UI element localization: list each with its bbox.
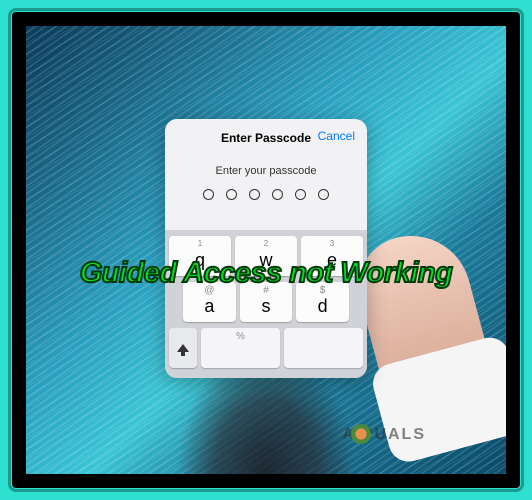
keyboard-row-3: % (169, 328, 363, 368)
key-partial-2[interactable] (284, 328, 363, 368)
key-partial-1[interactable]: % (201, 328, 280, 368)
dialog-prompt: Enter your passcode (165, 155, 367, 189)
passcode-dot (272, 189, 283, 200)
shift-key[interactable] (169, 328, 197, 368)
passcode-dialog: Enter Passcode Cancel Enter your passcod… (165, 119, 367, 378)
cancel-button[interactable]: Cancel (318, 129, 355, 143)
screen-area: Enter Passcode Cancel Enter your passcod… (12, 12, 520, 488)
passcode-input[interactable] (165, 189, 367, 230)
dialog-header: Enter Passcode Cancel (165, 119, 367, 155)
shift-icon (177, 344, 189, 352)
passcode-dot (295, 189, 306, 200)
passcode-dot (226, 189, 237, 200)
dialog-title: Enter Passcode (221, 131, 311, 145)
keyboard: 1 q 2 w 3 e @ (165, 230, 367, 378)
passcode-dot (249, 189, 260, 200)
caption-overlay: Guided Access not Working (12, 257, 520, 290)
wallpaper: Enter Passcode Cancel Enter your passcod… (26, 26, 506, 474)
device-frame: Enter Passcode Cancel Enter your passcod… (0, 0, 532, 500)
reflection-finger (347, 222, 495, 405)
watermark: A PUALS (342, 426, 426, 444)
watermark-icon (351, 424, 371, 444)
passcode-dot (203, 189, 214, 200)
passcode-dot (318, 189, 329, 200)
